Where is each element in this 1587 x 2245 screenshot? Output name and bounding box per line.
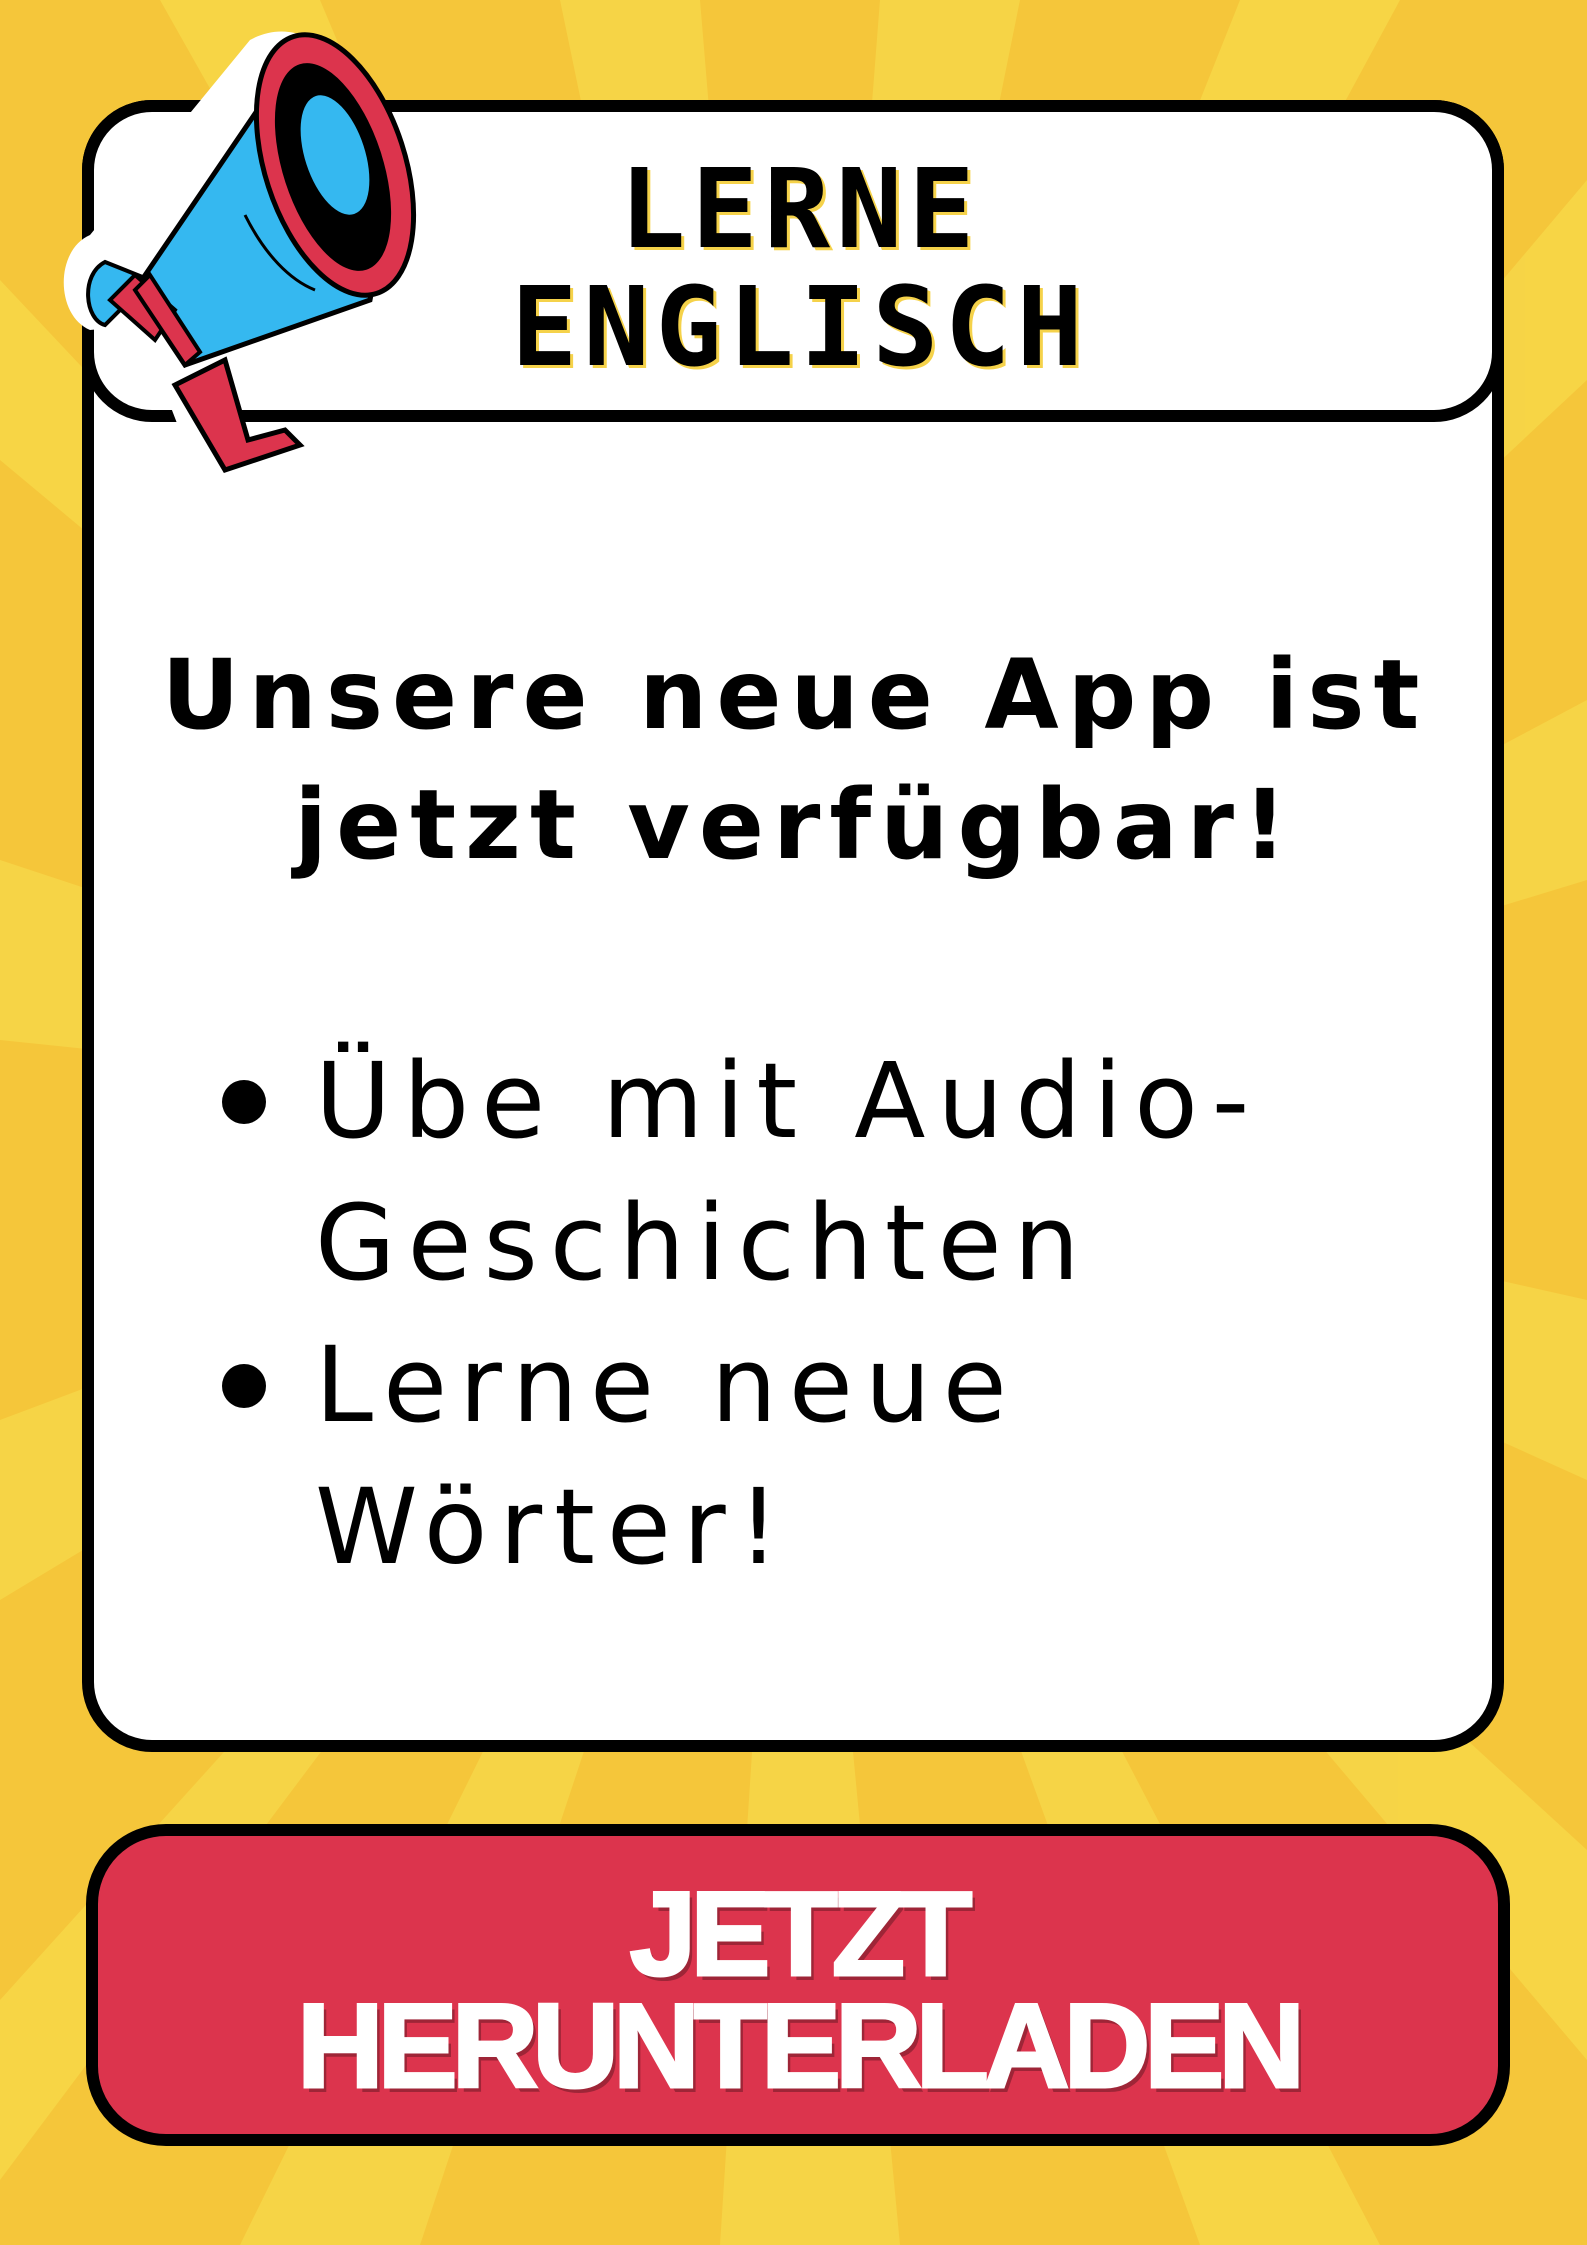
cta-line-2: HERUNTERLADEN: [296, 1979, 1307, 2113]
page-title: LERNE ENGLISCH: [400, 150, 1200, 386]
bullet-dot-icon: [222, 1364, 266, 1408]
download-now-button[interactable]: JETZT HERUNTERLADEN: [86, 1824, 1510, 2146]
headline-line-1: Unsere neue App ist: [161, 639, 1429, 751]
bullet-dot-icon: [222, 1080, 266, 1124]
list-item: Übe mit Audio- Geschichten: [210, 1030, 1360, 1314]
title-line-1: LERNE: [619, 145, 981, 273]
download-button-label: JETZT HERUNTERLADEN: [98, 1867, 1498, 2113]
headline: Unsere neue App ist jetzt verfügbar!: [150, 630, 1440, 890]
list-item-line-2: Geschichten: [315, 1182, 1092, 1304]
headline-line-2: jetzt verfügbar!: [294, 769, 1296, 881]
feature-list: Übe mit Audio- Geschichten Lerne neue Wö…: [210, 1030, 1360, 1598]
list-item-line-1: Übe mit Audio-: [315, 1040, 1262, 1162]
title-line-2: ENGLISCH: [511, 263, 1089, 391]
cta-line-1: JETZT: [628, 1867, 974, 2001]
list-item-line-2: Wörter!: [315, 1466, 792, 1588]
megaphone-icon: [63, 31, 417, 474]
list-item-line-1: Lerne neue: [315, 1324, 1019, 1446]
list-item: Lerne neue Wörter!: [210, 1314, 1360, 1598]
